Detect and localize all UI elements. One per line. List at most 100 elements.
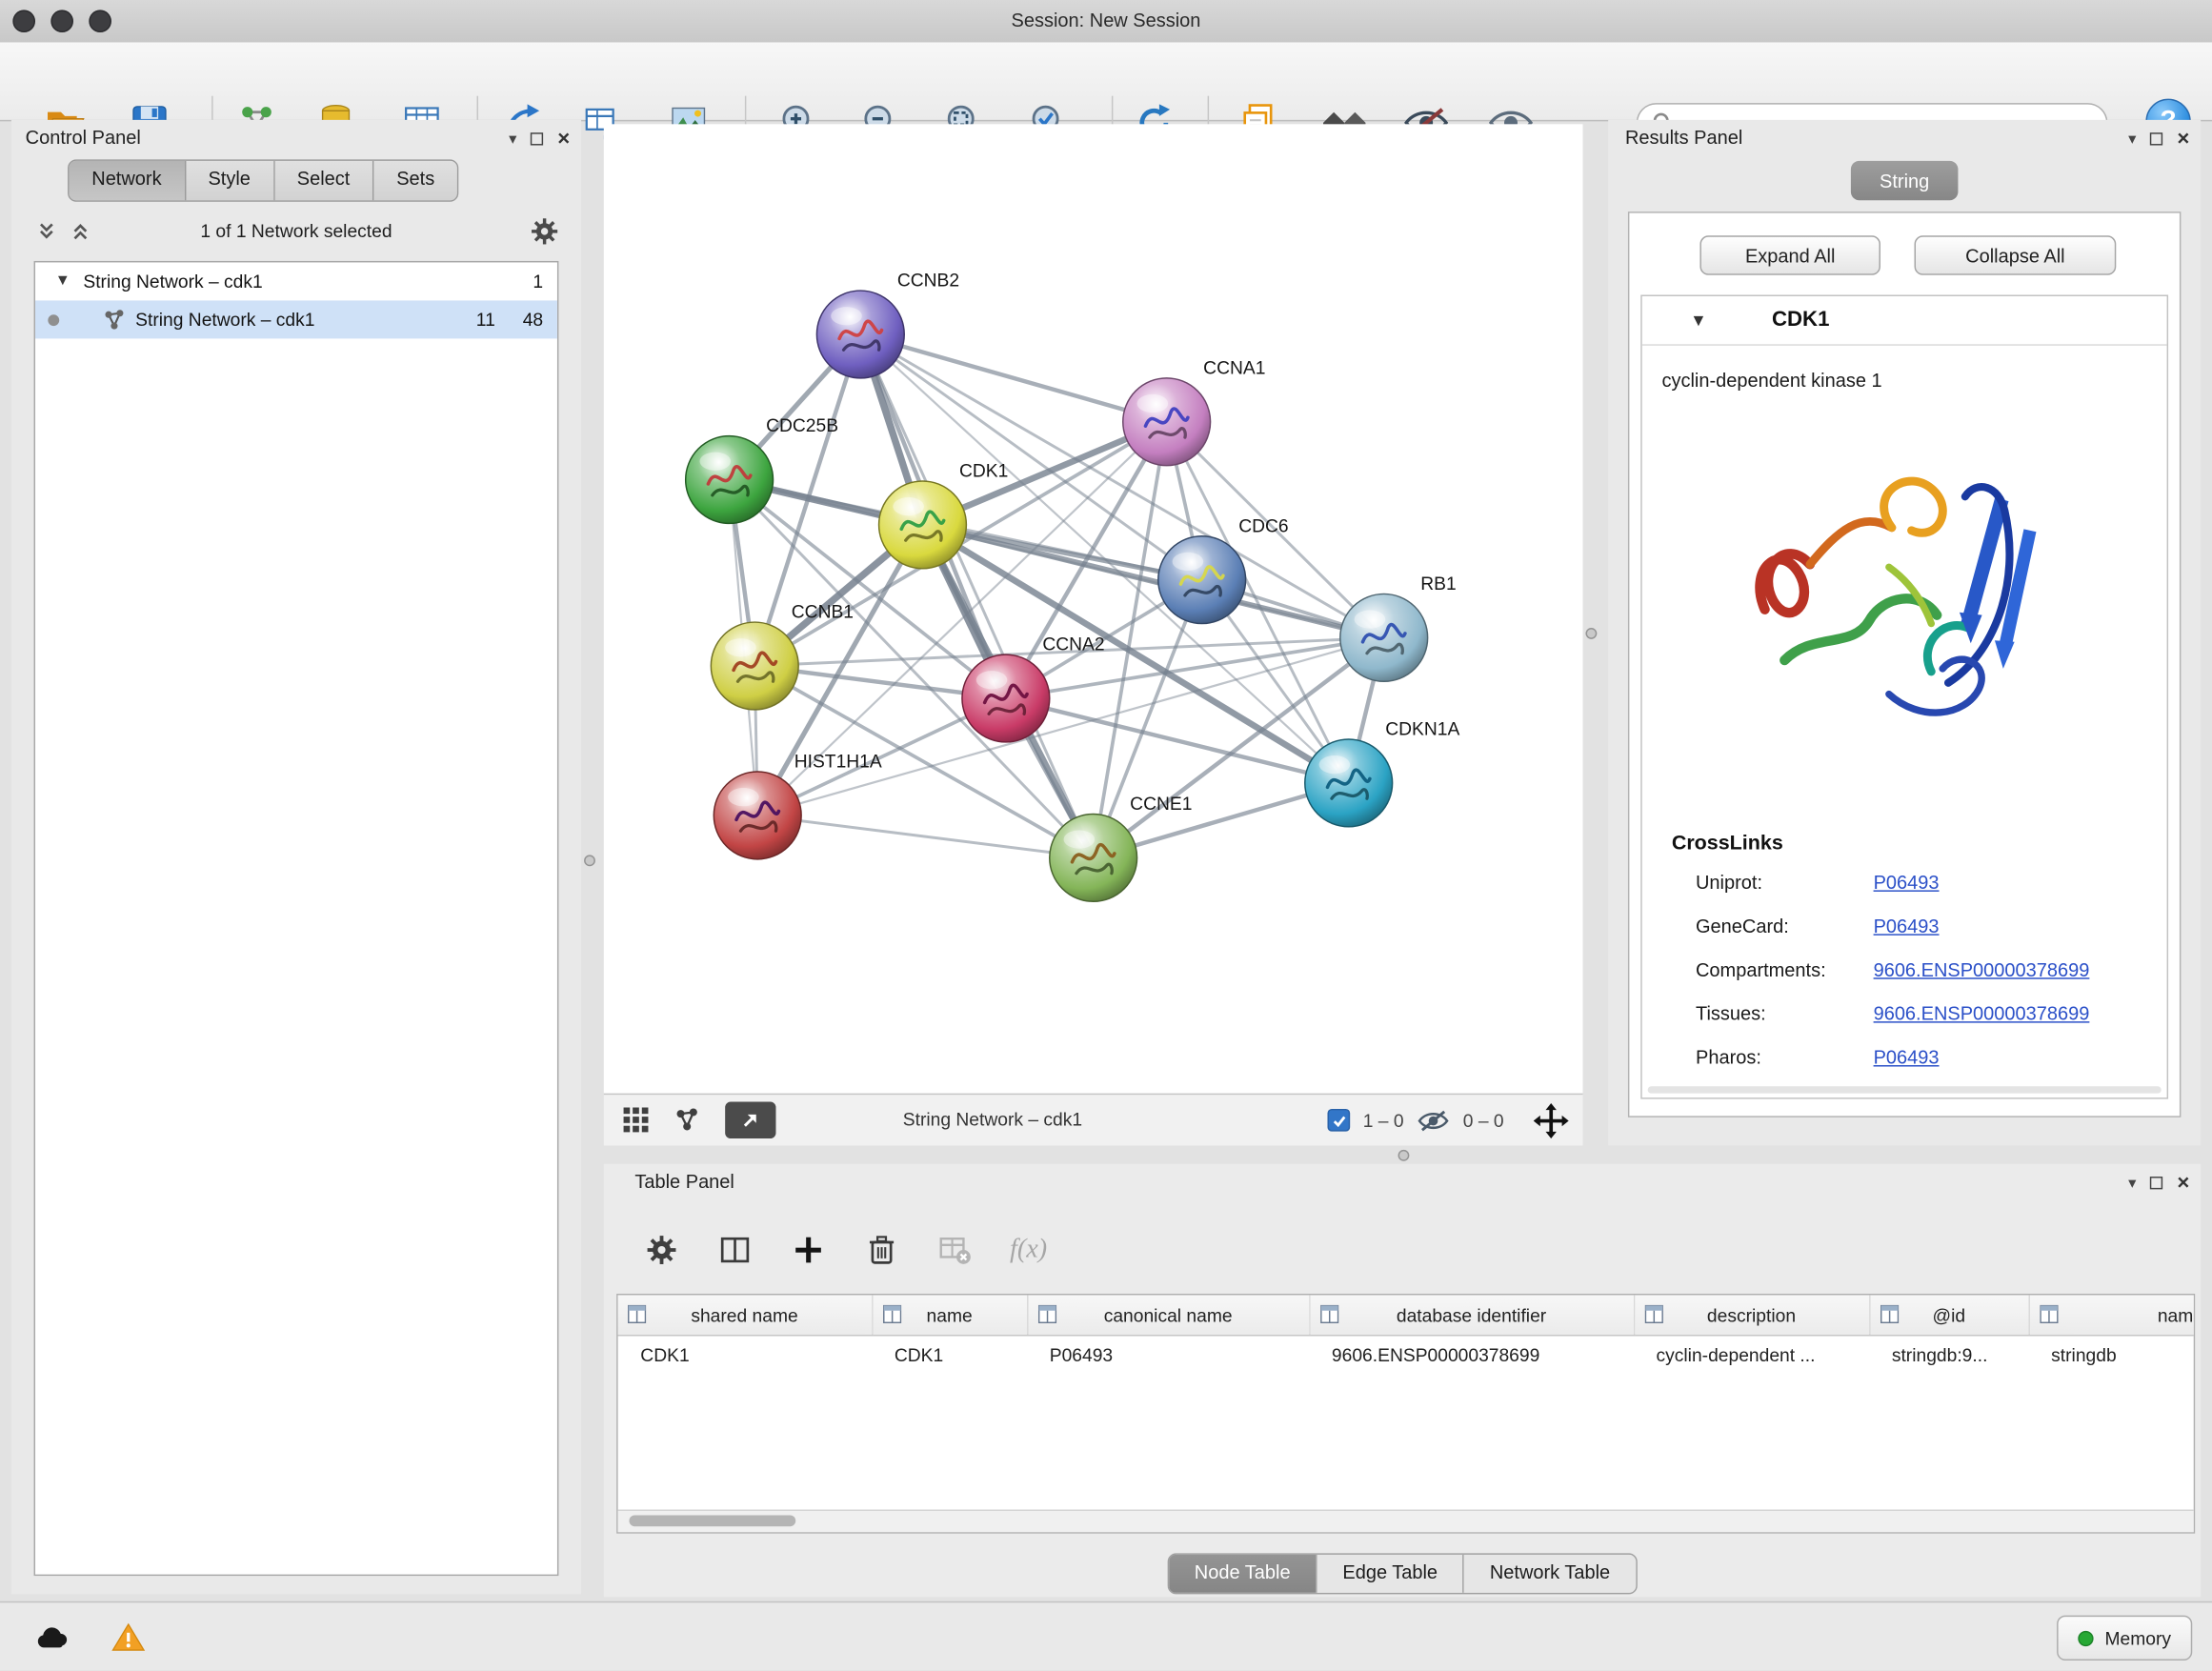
crosslink-value[interactable]: P06493 bbox=[1874, 916, 1940, 936]
node-label-CDKN1A: CDKN1A bbox=[1385, 720, 1459, 740]
node-label-HIST1H1A: HIST1H1A bbox=[794, 753, 882, 773]
table-close-icon[interactable]: × bbox=[2177, 1172, 2189, 1193]
column-icon bbox=[1644, 1305, 1662, 1323]
tab-edge-table[interactable]: Edge Table bbox=[1317, 1555, 1464, 1593]
cell-id[interactable]: stringdb:9... bbox=[1869, 1336, 2028, 1373]
panel-close-icon[interactable]: × bbox=[557, 128, 570, 149]
network-node-HIST1H1A[interactable]: HIST1H1A bbox=[714, 753, 882, 859]
tab-style[interactable]: Style bbox=[186, 161, 274, 200]
crosslink-row: GeneCard: P06493 bbox=[1642, 916, 2167, 950]
cloud-services-button[interactable] bbox=[26, 1617, 79, 1658]
table-float-icon[interactable]: ▾ bbox=[2128, 1173, 2136, 1191]
application-window: Session: New Session bbox=[0, 0, 2212, 1670]
column-header-id[interactable]: @id bbox=[1869, 1295, 2028, 1335]
tab-node-table[interactable]: Node Table bbox=[1169, 1555, 1317, 1593]
tree-disclosure-icon[interactable]: ▼ bbox=[55, 262, 70, 300]
window-title: Session: New Session bbox=[0, 0, 2212, 42]
column-header-database-identifier[interactable]: database identifier bbox=[1309, 1295, 1634, 1335]
network-node-CCNB2[interactable]: CCNB2 bbox=[816, 272, 959, 378]
cell-canonical-name[interactable]: P06493 bbox=[1027, 1336, 1309, 1373]
network-collection-row[interactable]: ▼ String Network – cdk1 1 bbox=[35, 262, 557, 300]
crosslink-label: Tissues: bbox=[1696, 1003, 1766, 1024]
node-label-CCNA1: CCNA1 bbox=[1203, 358, 1265, 378]
pan-mode-icon[interactable] bbox=[1534, 1102, 1569, 1137]
network-glyph-icon[interactable] bbox=[674, 1107, 700, 1133]
protein-structure-image bbox=[1722, 412, 2089, 764]
network-canvas[interactable]: CCNB2CCNA1CDC25BCDK1CDC6RB1CCNB1CCNA2CDK… bbox=[604, 124, 1583, 1093]
cell-database-identifier[interactable]: 9606.ENSP00000378699 bbox=[1309, 1336, 1634, 1373]
table-horizontal-scrollbar[interactable] bbox=[618, 1510, 2194, 1533]
network-selection-bar: 1 of 1 Network selected bbox=[11, 208, 581, 255]
column-icon bbox=[1319, 1305, 1337, 1323]
network-node-CCNB1[interactable]: CCNB1 bbox=[711, 603, 854, 710]
panel-maximize-icon[interactable] bbox=[531, 131, 543, 144]
table-maximize-icon[interactable] bbox=[2150, 1176, 2162, 1188]
control-panel: Control Panel ▾ × Network Style Select S… bbox=[11, 120, 581, 1594]
network-node-count: 11 bbox=[476, 300, 495, 338]
tab-sets[interactable]: Sets bbox=[374, 161, 457, 200]
network-options-gear-icon[interactable] bbox=[531, 217, 559, 246]
column-header-name[interactable]: name bbox=[872, 1295, 1027, 1335]
protein-section-header[interactable]: ▼ CDK1 bbox=[1642, 296, 2167, 346]
hidden-eye-icon[interactable] bbox=[1417, 1108, 1451, 1132]
network-graph[interactable]: CCNB2CCNA1CDC25BCDK1CDC6RB1CCNB1CCNA2CDK… bbox=[604, 124, 1583, 1093]
crosslink-value[interactable]: P06493 bbox=[1874, 1047, 1940, 1068]
crosslink-row: Pharos: P06493 bbox=[1642, 1047, 2167, 1081]
network-edge[interactable] bbox=[757, 815, 1093, 857]
table-row[interactable]: CDK1 CDK1 P06493 9606.ENSP00000378699 cy… bbox=[618, 1336, 2196, 1373]
splitter-handle-bottom[interactable] bbox=[1398, 1150, 1410, 1161]
splitter-handle-right[interactable] bbox=[1585, 628, 1597, 639]
network-node-CDKN1A[interactable]: CDKN1A bbox=[1305, 720, 1460, 827]
cell-description[interactable]: cyclin-dependent ... bbox=[1634, 1336, 1869, 1373]
detach-view-button[interactable] bbox=[725, 1102, 775, 1139]
warnings-button[interactable] bbox=[102, 1617, 155, 1658]
cell-namespace[interactable]: stringdb bbox=[2028, 1336, 2195, 1373]
cell-name[interactable]: CDK1 bbox=[872, 1336, 1027, 1373]
crosslink-value[interactable]: P06493 bbox=[1874, 872, 1940, 893]
network-edge[interactable] bbox=[860, 334, 1166, 422]
results-close-icon[interactable]: × bbox=[2177, 128, 2189, 149]
tab-network[interactable]: Network bbox=[70, 161, 186, 200]
show-columns-icon[interactable] bbox=[714, 1229, 755, 1271]
crosslink-value[interactable]: 9606.ENSP00000378699 bbox=[1874, 959, 2090, 980]
section-disclosure-icon[interactable]: ▼ bbox=[1690, 296, 1707, 344]
memory-button[interactable]: Memory bbox=[2057, 1616, 2192, 1661]
delete-column-icon[interactable] bbox=[860, 1229, 902, 1271]
cell-shared-name[interactable]: CDK1 bbox=[618, 1336, 873, 1373]
results-float-icon[interactable]: ▾ bbox=[2128, 129, 2136, 147]
collection-count: 1 bbox=[533, 262, 543, 300]
network-node-RB1[interactable]: RB1 bbox=[1340, 574, 1457, 681]
table-toolbar: f(x) bbox=[640, 1226, 1049, 1274]
column-header-description[interactable]: description bbox=[1634, 1295, 1869, 1335]
birdseye-grid-icon[interactable] bbox=[624, 1107, 650, 1133]
selected-checkbox[interactable] bbox=[1328, 1109, 1351, 1132]
results-panel-header: Results Panel ▾ × bbox=[1608, 120, 2201, 157]
network-edge[interactable] bbox=[757, 637, 1384, 815]
network-node-CDK1[interactable]: CDK1 bbox=[879, 462, 1009, 569]
splitter-handle-left[interactable] bbox=[584, 855, 595, 866]
tab-string[interactable]: String bbox=[1851, 161, 1959, 200]
table-panel-header: Table Panel ▾ × bbox=[604, 1164, 2201, 1201]
column-header-canonical-name[interactable]: canonical name bbox=[1027, 1295, 1309, 1335]
string-results-card: Expand All Collapse All ▼ CDK1 cyclin-de… bbox=[1628, 211, 2181, 1117]
network-edge[interactable] bbox=[860, 334, 1093, 857]
crosslink-value[interactable]: 9606.ENSP00000378699 bbox=[1874, 1003, 2090, 1024]
results-scrollbar[interactable] bbox=[1648, 1086, 2162, 1093]
scrollbar-thumb[interactable] bbox=[629, 1515, 795, 1526]
network-view-title: String Network – cdk1 bbox=[903, 1095, 1082, 1145]
column-header-shared-name[interactable]: shared name bbox=[618, 1295, 873, 1335]
panel-float-icon[interactable]: ▾ bbox=[509, 129, 516, 147]
column-icon bbox=[1880, 1305, 1898, 1323]
add-column-icon[interactable] bbox=[787, 1229, 829, 1271]
table-type-tabs: Node Table Edge Table Network Table bbox=[1168, 1553, 1638, 1594]
tab-network-table[interactable]: Network Table bbox=[1464, 1555, 1636, 1593]
table-settings-gear-icon[interactable] bbox=[640, 1229, 682, 1271]
column-icon bbox=[2040, 1305, 2058, 1323]
results-maximize-icon[interactable] bbox=[2150, 131, 2162, 144]
column-header-namespace[interactable]: namespace bbox=[2028, 1295, 2195, 1335]
collapse-all-button[interactable]: Collapse All bbox=[1915, 235, 2117, 274]
network-row-selected[interactable]: String Network – cdk1 11 48 bbox=[35, 300, 557, 338]
network-node-CCNA1[interactable]: CCNA1 bbox=[1123, 358, 1266, 465]
tab-select[interactable]: Select bbox=[274, 161, 373, 200]
expand-all-button[interactable]: Expand All bbox=[1699, 235, 1880, 274]
